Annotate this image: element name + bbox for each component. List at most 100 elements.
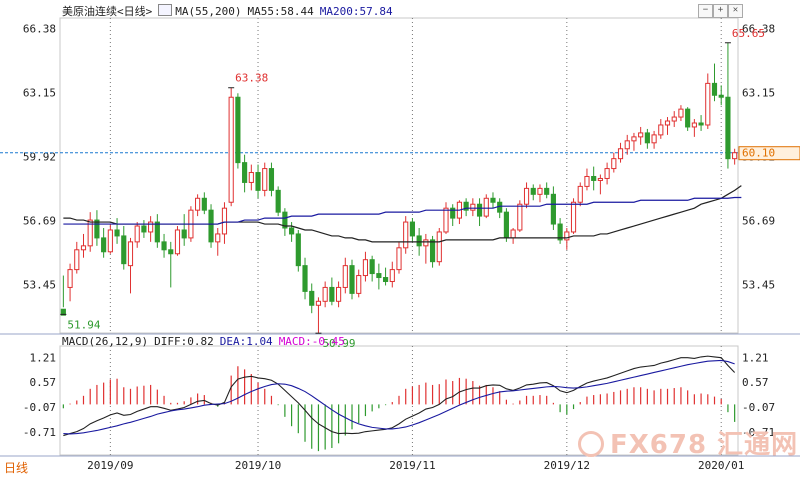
candle-body bbox=[429, 239, 436, 263]
candle-body bbox=[570, 201, 577, 233]
candle-body bbox=[195, 197, 201, 211]
candle-body bbox=[591, 175, 597, 181]
candle-body bbox=[127, 241, 134, 267]
candle-body bbox=[168, 249, 174, 255]
macd-tick-label-left: -0.71 bbox=[23, 426, 56, 439]
candle-body bbox=[651, 134, 657, 144]
macd-tick-label-right: -0.07 bbox=[742, 401, 775, 414]
chart-canvas[interactable]: 2019/09 2019/10 2019/11 2019/12 2020/0153.45… bbox=[0, 0, 800, 477]
ma-line-ma55 bbox=[63, 185, 742, 243]
candle-body bbox=[80, 245, 87, 251]
macd-readout: MACD:-0.45 bbox=[278, 335, 345, 348]
candle-body bbox=[382, 277, 389, 282]
candle-body bbox=[315, 300, 322, 306]
candle-body bbox=[658, 124, 664, 136]
macd-tick-label-left: 1.21 bbox=[30, 351, 57, 364]
price-tick-label-left: 56.69 bbox=[23, 214, 56, 227]
candle-body bbox=[322, 286, 328, 302]
candle-body bbox=[711, 82, 718, 96]
watermark-icon bbox=[578, 431, 604, 457]
candle-body bbox=[161, 241, 167, 251]
ma-indicator-label[interactable]: MA(55,200) bbox=[175, 5, 241, 18]
price-tick-label-left: 66.38 bbox=[23, 22, 56, 35]
macd-tick-label-right: 1.21 bbox=[742, 351, 769, 364]
instrument-title: 美原油连续<日线> bbox=[62, 5, 153, 18]
candle-body bbox=[376, 273, 382, 279]
price-tick-label-right: 53.45 bbox=[742, 278, 775, 291]
price-tick-label-left: 63.15 bbox=[23, 86, 56, 99]
candle-body bbox=[664, 120, 671, 126]
price-tick-label-left: 53.45 bbox=[23, 278, 56, 291]
candle-body bbox=[141, 225, 147, 233]
macd-tick-label-left: 0.57 bbox=[30, 376, 57, 389]
candle-body bbox=[248, 172, 254, 183]
candle-body bbox=[617, 148, 624, 160]
extreme-label: 63.38 bbox=[235, 72, 268, 85]
candle-body bbox=[577, 185, 583, 203]
candle-body bbox=[215, 233, 221, 243]
candle-body bbox=[732, 152, 738, 160]
indicator-icon[interactable] bbox=[158, 4, 173, 16]
candle-body bbox=[483, 197, 489, 217]
candle-body bbox=[221, 207, 228, 235]
candle-body bbox=[336, 286, 342, 302]
candle-body bbox=[698, 122, 704, 126]
price-tick-label-right: 63.15 bbox=[742, 86, 775, 99]
candle-body bbox=[409, 221, 416, 237]
candle-body bbox=[443, 207, 449, 233]
candle-body bbox=[523, 187, 530, 205]
macd-tick-label-left: -0.07 bbox=[23, 401, 56, 414]
candle-body bbox=[262, 168, 268, 191]
candle-body bbox=[396, 247, 402, 271]
candle-body bbox=[470, 203, 476, 211]
candle-body bbox=[490, 197, 496, 203]
ma55-readout: MA55:58.44 bbox=[247, 5, 314, 18]
candle-body bbox=[94, 219, 100, 239]
x-tick-label: 2019/09 bbox=[87, 459, 133, 472]
candle-body bbox=[114, 229, 120, 237]
dea-readout: DEA:1.04 bbox=[219, 335, 273, 348]
candle-body bbox=[235, 96, 241, 164]
candle-body bbox=[242, 162, 248, 183]
candle-body bbox=[644, 132, 650, 144]
candle-body bbox=[416, 235, 422, 247]
candle-body bbox=[329, 286, 335, 302]
x-tick-label: 2019/11 bbox=[389, 459, 435, 472]
candle-body bbox=[228, 96, 234, 203]
x-tick-label: 2019/10 bbox=[235, 459, 281, 472]
zoom-out-button[interactable]: − bbox=[698, 4, 713, 18]
price-panel-frame bbox=[59, 17, 739, 334]
price-tick-label-right: 56.69 bbox=[742, 214, 775, 227]
candle-body bbox=[289, 227, 295, 235]
macd-params-label[interactable]: MACD(26,12,9) bbox=[62, 335, 148, 348]
candle-body bbox=[476, 203, 483, 217]
candle-body bbox=[302, 265, 308, 292]
macd-header: MACD(26,12,9) DIFF:0.82 DEA:1.04 MACD:-0.45 bbox=[62, 335, 345, 349]
candle-body bbox=[369, 259, 375, 275]
candle-body bbox=[564, 231, 570, 241]
candle-body bbox=[638, 132, 644, 138]
candle-body bbox=[362, 259, 369, 277]
zoom-in-button[interactable]: + bbox=[713, 4, 728, 18]
ma200-readout: MA200:57.84 bbox=[319, 5, 393, 18]
candle-body bbox=[121, 235, 127, 265]
candle-body bbox=[349, 265, 355, 294]
candle-body bbox=[537, 187, 543, 195]
candle-body bbox=[295, 233, 301, 267]
candle-body bbox=[436, 231, 442, 263]
candle-body bbox=[671, 116, 677, 122]
period-tab-daily[interactable]: 日线 bbox=[4, 459, 28, 476]
extreme-label: 65.65 bbox=[732, 27, 765, 40]
candle-body bbox=[685, 108, 691, 128]
candle-body bbox=[181, 229, 187, 239]
candle-body bbox=[604, 168, 610, 179]
candle-body bbox=[691, 122, 697, 128]
candle-body bbox=[705, 82, 711, 126]
candle-body bbox=[275, 189, 281, 213]
candle-body bbox=[201, 197, 207, 211]
candle-body bbox=[74, 249, 80, 271]
candle-body bbox=[101, 237, 107, 253]
diff-readout: DIFF:0.82 bbox=[154, 335, 214, 348]
close-panel-button[interactable]: ✕ bbox=[728, 4, 743, 18]
candle-body bbox=[725, 96, 731, 160]
